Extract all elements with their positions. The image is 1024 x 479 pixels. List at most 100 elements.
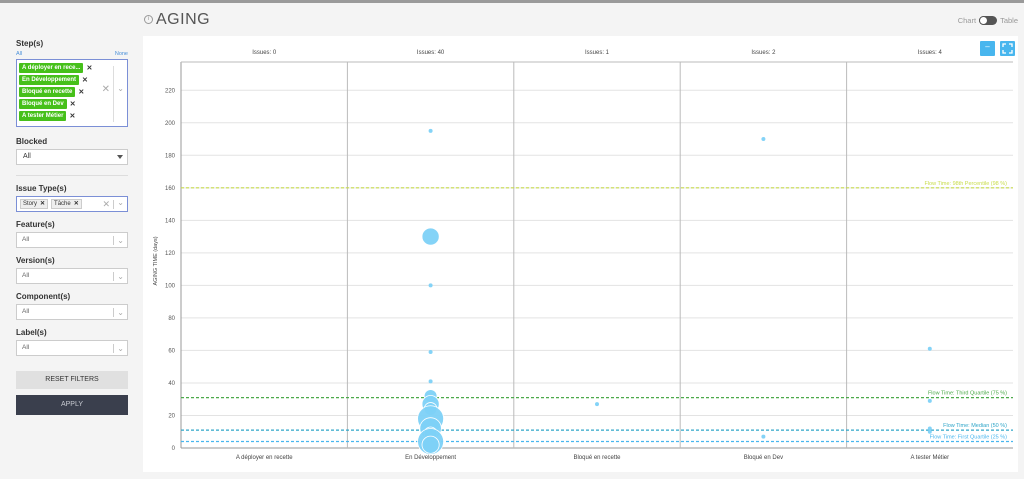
filter-sidebar: Step(s) All None A déployer en rece... ✕ E… [0,3,142,479]
column-issues-count: Issues: 40 [417,50,445,56]
table-view-label: Table [1000,16,1018,25]
chevron-down-icon[interactable]: ⌄ [117,84,124,93]
chevron-down-icon: ⌄ [117,236,124,245]
select-separator [113,308,114,317]
y-tick-label: 0 [172,446,176,452]
remove-chip-icon[interactable]: ✕ [82,76,88,84]
y-tick-label: 80 [168,316,175,322]
chevron-down-icon: ⌄ [117,308,124,317]
chart-panel: – 0 20 40 60 80 100 120 140 160 180 200 220 Issues: … [143,36,1018,472]
minimize-button[interactable]: – [980,41,995,56]
data-point [927,346,932,351]
column-issues-count: Issues: 1 [585,50,610,56]
data-point [428,128,433,133]
step-chip-label: A déployer en rece... [19,62,84,73]
info-icon[interactable]: i [144,15,153,24]
issue-type-multiselect[interactable]: Story ✕ Tâche ✕ ✕ ⌄ [16,196,128,212]
blocked-value: All [23,153,31,160]
y-tick-label: 140 [165,218,176,224]
y-tick-label: 100 [165,283,176,289]
clear-icon[interactable]: ✕ [102,84,110,95]
y-tick-label: 20 [168,413,175,419]
label-label: Label(s) [16,328,47,337]
apply-button[interactable]: APPLY [16,395,128,415]
chevron-down-icon: ⌄ [117,344,124,353]
caret-down-icon [117,155,123,159]
feature-select[interactable]: All ⌄ [16,232,128,248]
remove-chip-icon[interactable]: ✕ [70,100,76,108]
top-border [0,0,1024,3]
reference-line-label: Flow Time: Median (50 %) [943,423,1007,429]
chart-view-label: Chart [957,16,977,25]
feature-value: All [22,236,30,243]
select-separator [113,200,114,209]
steps-multiselect[interactable]: A déployer en rece... ✕ En Développement ✕ B… [16,59,128,127]
steps-chip-list: A déployer en rece... ✕ En Développement ✕ B… [19,62,101,121]
blocked-select[interactable]: All [16,149,128,165]
issue-type-chip-label: Story [23,200,38,207]
chevron-down-icon[interactable]: ⌄ [117,198,124,207]
steps-label: Step(s) [16,39,44,48]
y-tick-label: 160 [165,186,176,192]
issue-type-chip-label: Tâche [54,200,71,207]
feature-label: Feature(s) [16,220,55,229]
x-tick-label: A déployer en recette [236,455,293,461]
view-toggle: Chart Table [958,16,1018,25]
component-select[interactable]: All ⌄ [16,304,128,320]
remove-chip-icon[interactable]: ✕ [69,112,75,120]
step-chip: Bloqué en Dev ✕ [19,98,101,109]
data-point [595,402,599,407]
data-point [428,283,433,288]
reset-filters-button[interactable]: RESET FILTERS [16,371,128,389]
divider [16,175,128,176]
remove-chip-icon[interactable]: ✕ [78,88,84,96]
x-tick-label: A tester Métier [910,455,949,461]
reference-line-label: Flow Time: First Quartile (25 %) [930,434,1007,440]
remove-chip-icon[interactable]: ✕ [86,64,92,72]
label-select[interactable]: All ⌄ [16,340,128,356]
data-point [421,227,440,246]
version-select[interactable]: All ⌄ [16,268,128,284]
chevron-down-icon: ⌄ [117,272,124,281]
step-chip: A tester Métier ✕ [19,110,101,121]
data-point [428,350,433,355]
x-tick-label: Bloqué en Dev [744,455,783,461]
step-chip: Bloqué en recette ✕ [19,86,101,97]
step-chip-label: En Développement [19,74,80,85]
select-separator [113,236,114,245]
reference-line-label: Flow Time: 98th Percentile (98 %) [924,181,1007,187]
select-separator [113,66,114,122]
y-tick-label: 180 [165,153,176,159]
page-header: i AGING Chart Table [142,10,1024,34]
select-all-link[interactable]: All [16,51,22,57]
step-chip: En Développement ✕ [19,74,101,85]
remove-chip-icon[interactable]: ✕ [74,200,79,209]
data-point [761,434,766,439]
select-none-link[interactable]: None [115,51,128,57]
y-tick-label: 200 [165,121,176,127]
step-chip: A déployer en rece... ✕ [19,62,101,73]
component-label: Component(s) [16,292,71,301]
select-separator [113,272,114,281]
issue-type-label: Issue Type(s) [16,184,67,193]
column-issues-count: Issues: 2 [751,50,776,56]
step-chip-label: Bloqué en Dev [19,98,67,109]
clear-icon[interactable]: ✕ [102,199,110,210]
page-title: AGING [156,11,211,28]
aging-scatter-chart: 0 20 40 60 80 100 120 140 160 180 200 220 Issues: 0 A… [153,50,1013,461]
data-point [761,137,766,142]
remove-chip-icon[interactable]: ✕ [40,200,45,209]
steps-select-links: All None [16,51,128,57]
label-value: All [22,344,30,351]
blocked-label: Blocked [16,137,48,146]
fullscreen-button[interactable] [1000,41,1015,56]
issue-type-chip: Tâche ✕ [51,199,82,209]
reference-line-label: Flow Time: Third Quartile (75 %) [928,391,1007,397]
chart-table-toggle[interactable] [979,16,998,25]
toggle-knob [979,16,989,25]
minus-icon: – [985,42,990,51]
data-point [428,379,433,384]
data-point [927,429,932,434]
data-point [927,398,932,403]
x-tick-label: En Développement [405,455,456,461]
